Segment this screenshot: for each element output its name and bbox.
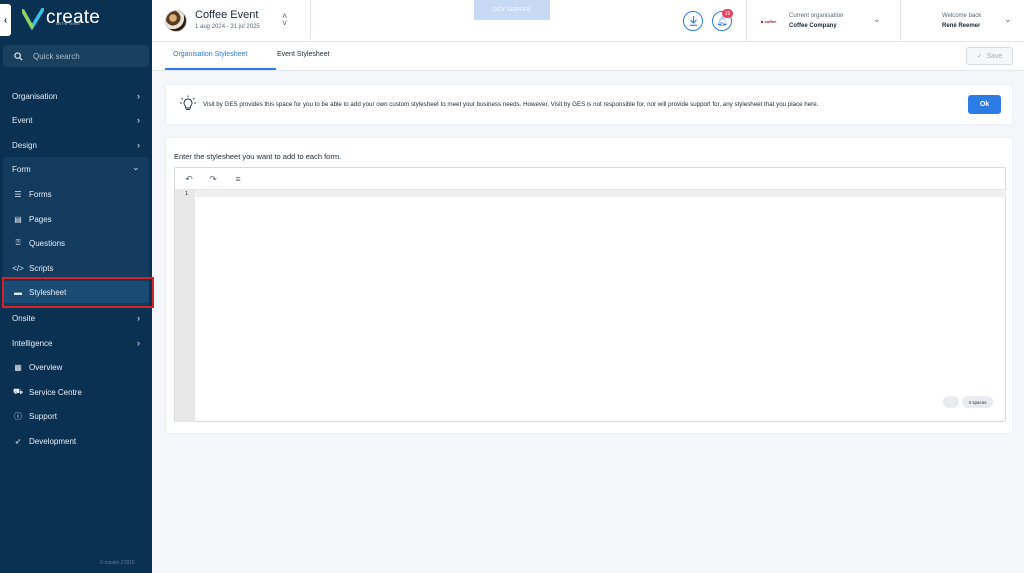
nav-label: Questions [29, 238, 66, 248]
tab-event-stylesheet[interactable]: Event Stylesheet [277, 51, 330, 58]
chevron-left-icon: ‹ [3, 14, 8, 26]
nav-label: Pages [29, 214, 52, 224]
nav-label: Form [12, 164, 31, 174]
divider [310, 0, 311, 42]
tab-bar: Organisation Stylesheet Event Stylesheet… [152, 42, 1024, 71]
nav-label: Intelligence [12, 338, 53, 348]
event-switch-icon[interactable]: ˄ ˅ [282, 12, 287, 28]
nav-intelligence[interactable]: Intelligence › [3, 332, 149, 354]
active-tab-indicator [165, 68, 276, 70]
nav-questions[interactable]: ⍰ Questions [3, 232, 149, 254]
chevron-down-icon[interactable]: ⌄ [873, 14, 881, 25]
nav-label: Design [12, 140, 37, 150]
nav-service-centre[interactable]: ⛟ Service Centre [3, 381, 149, 403]
event-title[interactable]: Coffee Event [195, 9, 258, 21]
nav-scripts[interactable]: </> Scripts [3, 257, 149, 279]
line-gutter [175, 190, 195, 422]
nav-organisation[interactable]: Organisation › [3, 85, 149, 107]
nav-label: Onsite [12, 313, 36, 323]
welcome-label: Welcome back [942, 13, 982, 19]
code-editor[interactable]: ↶ ↷ ≡ 1 4 spaces [174, 167, 1006, 422]
code-icon: </> [12, 263, 24, 273]
forms-icon: ☰ [14, 189, 22, 199]
format-icon[interactable]: ≡ [232, 173, 244, 185]
nav-label: Event [12, 115, 33, 125]
search-placeholder: Quick search [33, 51, 80, 61]
notification-badge: 19 [722, 9, 733, 18]
org-label: Current organisation [789, 13, 844, 19]
sidebar: ‹ create WITH VISIT Quick search Organis… [0, 0, 154, 573]
logo-v-icon [22, 8, 44, 30]
highlight-annotation [2, 277, 154, 308]
lightbulb-icon [180, 95, 196, 110]
top-bar: Coffee Event 1 aug 2024 - 31 jul 2025 ˄ ˅… [152, 0, 1024, 42]
undo-icon[interactable]: ↶ [183, 173, 195, 185]
nav-label: Overview [29, 362, 63, 372]
line-number: 1 [185, 191, 189, 197]
org-name[interactable]: Coffee Company [789, 23, 837, 29]
nav-pages[interactable]: ▤ Pages [3, 208, 149, 230]
nav-form[interactable]: Form › [3, 158, 149, 180]
pages-icon: ▤ [14, 214, 22, 224]
download-icon [689, 16, 697, 26]
indent-setting[interactable]: 4 spaces [962, 396, 993, 408]
user-name[interactable]: René Reemer [942, 23, 980, 29]
divider [746, 0, 747, 42]
editor-status-pill[interactable] [943, 396, 959, 408]
save-label: Save [986, 52, 1003, 60]
ok-button[interactable]: Ok [968, 95, 1001, 114]
nav-label: Service Centre [29, 387, 82, 397]
logo-subtext: WITH VISIT [56, 21, 82, 26]
chevron-right-icon: › [137, 91, 140, 101]
download-button[interactable] [683, 11, 703, 31]
divider [900, 0, 901, 42]
nav-label: Organisation [12, 91, 58, 101]
nav-event[interactable]: Event › [3, 109, 149, 131]
app-logo[interactable]: create [22, 8, 100, 30]
nav-label: Scripts [29, 263, 54, 273]
nav-forms[interactable]: ☰ Forms [3, 183, 149, 205]
organisation-logo: ■ coffee [761, 18, 777, 24]
nav-label: Support [29, 411, 58, 421]
calendar-icon: ▦ [14, 362, 22, 372]
quick-search[interactable]: Quick search [3, 45, 149, 67]
editor-label: Enter the stylesheet you want to add to … [174, 152, 342, 161]
nav-development[interactable]: ➶ Development [3, 430, 149, 452]
event-dates: 1 aug 2024 - 31 jul 2025 [195, 24, 260, 30]
search-icon [14, 51, 23, 61]
tab-organisation-stylesheet[interactable]: Organisation Stylesheet [173, 51, 247, 58]
nav-label: Development [29, 436, 77, 446]
event-avatar [165, 10, 187, 32]
active-line[interactable] [195, 190, 1006, 197]
banner-text: Visit by GES provides this space for you… [203, 101, 819, 108]
collapse-sidebar-button[interactable]: ‹ [0, 4, 11, 36]
chevron-down-icon: › [131, 167, 142, 171]
nav-design[interactable]: Design › [3, 134, 149, 156]
stylesheet-card: Enter the stylesheet you want to add to … [165, 137, 1013, 434]
dev-server-banner: DEV SERVER [474, 0, 550, 20]
chevron-right-icon: › [137, 115, 140, 125]
info-icon: ⓘ [14, 411, 22, 421]
save-button[interactable]: ✓ Save [966, 47, 1013, 65]
info-banner: Visit by GES provides this space for you… [165, 84, 1013, 125]
chevron-right-icon: › [137, 338, 140, 348]
chevron-right-icon: › [137, 313, 140, 323]
version-label: 0-master.27816 [100, 560, 135, 566]
nav-support[interactable]: ⓘ Support [3, 405, 149, 427]
chevron-right-icon: › [137, 140, 140, 150]
nav-onsite[interactable]: Onsite › [3, 307, 149, 329]
question-icon: ⍰ [15, 238, 21, 247]
check-icon: ✓ [976, 53, 983, 60]
nav-overview[interactable]: ▦ Overview [3, 356, 149, 378]
nav-label: Forms [29, 189, 52, 199]
redo-icon[interactable]: ↷ [207, 173, 219, 185]
chevron-down-icon[interactable]: ⌄ [1004, 14, 1012, 25]
rocket-icon: ➶ [14, 436, 22, 446]
car-icon: ⛟ [12, 387, 24, 396]
editor-toolbar: ↶ ↷ ≡ [175, 168, 1005, 190]
